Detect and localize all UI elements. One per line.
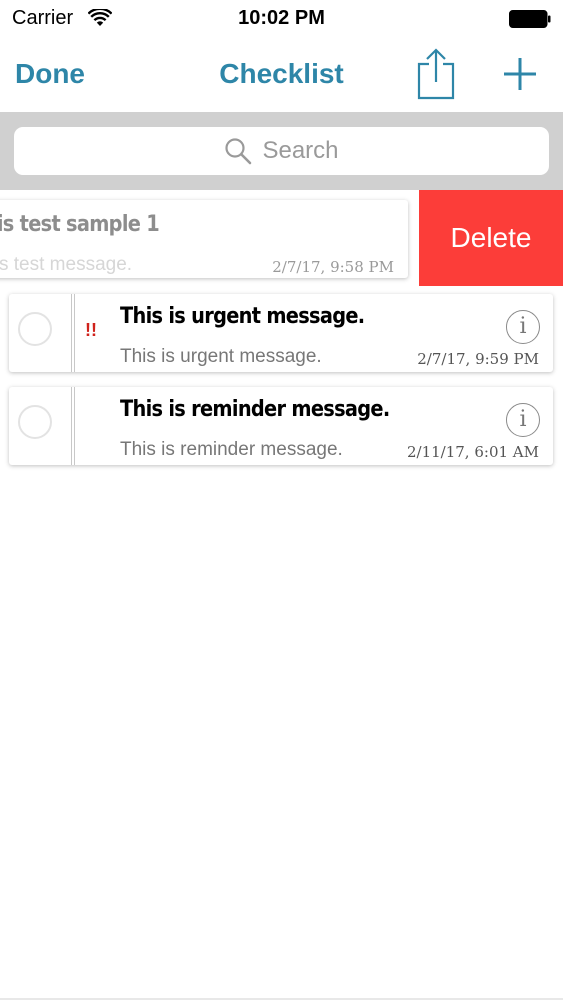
list-item-swiped[interactable]: s is test sample 1 s is test message. 2/… <box>0 190 563 286</box>
list-item[interactable]: !! This is urgent message. This is urgen… <box>9 294 553 372</box>
info-icon[interactable]: i <box>506 403 540 437</box>
item-subtitle: This is reminder message. <box>120 439 343 460</box>
search-icon <box>225 138 252 165</box>
list-item[interactable]: This is reminder message. This is remind… <box>9 387 553 465</box>
add-icon[interactable] <box>500 54 540 94</box>
search-field-content: Search <box>14 127 549 175</box>
item-title: s is test sample 1 <box>0 212 160 237</box>
checkbox-circle[interactable] <box>18 312 52 346</box>
delete-button[interactable]: Delete <box>419 190 563 286</box>
item-date: 2/7/17, 9:59 PM <box>417 350 539 368</box>
delete-label: Delete <box>450 222 532 253</box>
page-title: Checklist <box>219 58 344 89</box>
search-input[interactable]: Search <box>14 127 549 175</box>
status-time: 10:02 PM <box>238 7 325 29</box>
share-icon[interactable] <box>416 48 456 100</box>
nav-bar: Done Checklist <box>0 40 563 112</box>
item-subtitle: This is urgent message. <box>120 346 322 367</box>
checkbox-circle[interactable] <box>18 405 52 439</box>
priority-flag: !! <box>85 320 97 340</box>
item-title: This is urgent message. <box>120 304 365 329</box>
search-bar: Search <box>0 112 563 190</box>
item-subtitle: s is test message. <box>0 254 133 275</box>
status-bar: Carrier 10:02 PM <box>0 0 563 40</box>
info-icon[interactable]: i <box>506 310 540 344</box>
item-date: 2/11/17, 6:01 AM <box>406 443 539 461</box>
swiped-card[interactable]: s is test sample 1 s is test message. 2/… <box>0 200 408 278</box>
search-placeholder: Search <box>262 137 339 164</box>
divider <box>71 294 75 372</box>
item-date: 2/7/17, 9:58 PM <box>272 258 394 276</box>
battery-icon <box>509 10 551 28</box>
divider <box>71 387 75 465</box>
done-button[interactable]: Done <box>15 58 85 90</box>
item-title: This is reminder message. <box>120 397 390 422</box>
